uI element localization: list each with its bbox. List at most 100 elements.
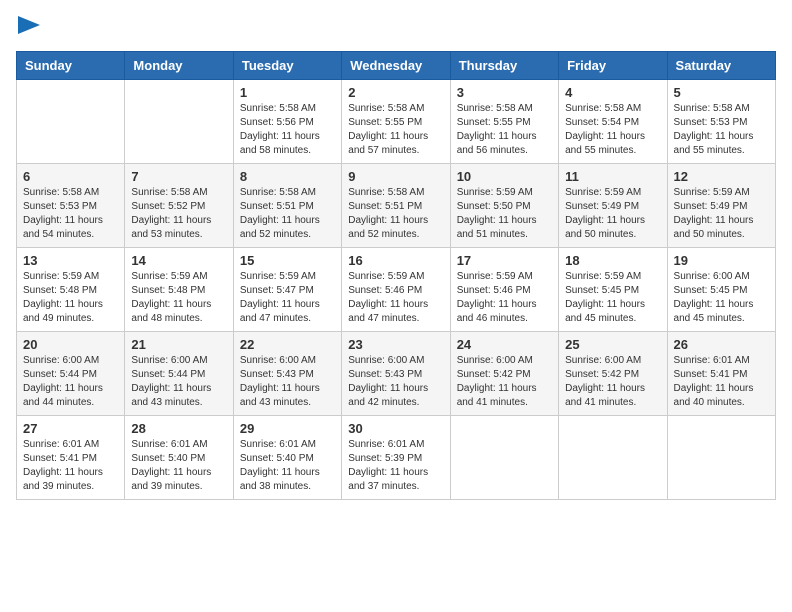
- day-info: Sunrise: 6:00 AMSunset: 5:42 PMDaylight:…: [565, 354, 660, 410]
- calendar-cell: [17, 80, 125, 164]
- day-info: Sunrise: 5:58 AMSunset: 5:51 PMDaylight:…: [240, 186, 335, 242]
- day-info: Sunrise: 6:00 AMSunset: 5:44 PMDaylight:…: [23, 354, 118, 410]
- calendar-cell: 21 Sunrise: 6:00 AMSunset: 5:44 PMDayligh…: [125, 332, 233, 416]
- day-info: Sunrise: 6:01 AMSunset: 5:41 PMDaylight:…: [674, 354, 769, 410]
- calendar-cell: 2 Sunrise: 5:58 AMSunset: 5:55 PMDaylight…: [342, 80, 450, 164]
- logo: [16, 16, 40, 39]
- day-number: 9: [348, 169, 443, 184]
- day-number: 22: [240, 337, 335, 352]
- calendar-cell: 1 Sunrise: 5:58 AMSunset: 5:56 PMDaylight…: [233, 80, 341, 164]
- day-info: Sunrise: 5:59 AMSunset: 5:50 PMDaylight:…: [457, 186, 552, 242]
- day-info: Sunrise: 6:00 AMSunset: 5:43 PMDaylight:…: [240, 354, 335, 410]
- calendar-cell: 10 Sunrise: 5:59 AMSunset: 5:50 PMDayligh…: [450, 164, 558, 248]
- day-info: Sunrise: 6:00 AMSunset: 5:42 PMDaylight:…: [457, 354, 552, 410]
- calendar-cell: 20 Sunrise: 6:00 AMSunset: 5:44 PMDayligh…: [17, 332, 125, 416]
- day-number: 21: [131, 337, 226, 352]
- calendar-cell: 16Sunrise: 5:59 AMSunset: 5:46 PMDayligh…: [342, 248, 450, 332]
- calendar-cell: [125, 80, 233, 164]
- calendar-week-row: 6 Sunrise: 5:58 AMSunset: 5:53 PMDaylight…: [17, 164, 776, 248]
- day-info: Sunrise: 5:59 AMSunset: 5:48 PMDaylight:…: [23, 270, 118, 326]
- day-info: Sunrise: 5:59 AMSunset: 5:47 PMDaylight:…: [240, 270, 335, 326]
- day-info: Sunrise: 5:58 AMSunset: 5:53 PMDaylight:…: [674, 102, 769, 158]
- day-number: 8: [240, 169, 335, 184]
- day-number: 15: [240, 253, 335, 268]
- weekday-header: Friday: [559, 52, 667, 80]
- calendar-week-row: 20 Sunrise: 6:00 AMSunset: 5:44 PMDayligh…: [17, 332, 776, 416]
- day-number: 18: [565, 253, 660, 268]
- day-info: Sunrise: 6:00 AMSunset: 5:44 PMDaylight:…: [131, 354, 226, 410]
- day-number: 27: [23, 421, 118, 436]
- calendar-cell: 30Sunrise: 6:01 AMSunset: 5:39 PMDayligh…: [342, 416, 450, 500]
- day-number: 26: [674, 337, 769, 352]
- day-number: 19: [674, 253, 769, 268]
- weekday-header: Thursday: [450, 52, 558, 80]
- calendar-cell: [559, 416, 667, 500]
- day-info: Sunrise: 5:59 AMSunset: 5:48 PMDaylight:…: [131, 270, 226, 326]
- day-info: Sunrise: 5:58 AMSunset: 5:51 PMDaylight:…: [348, 186, 443, 242]
- day-number: 14: [131, 253, 226, 268]
- day-number: 10: [457, 169, 552, 184]
- weekday-header: Saturday: [667, 52, 775, 80]
- day-info: Sunrise: 5:58 AMSunset: 5:53 PMDaylight:…: [23, 186, 118, 242]
- weekday-header: Tuesday: [233, 52, 341, 80]
- calendar-cell: 18Sunrise: 5:59 AMSunset: 5:45 PMDayligh…: [559, 248, 667, 332]
- calendar-cell: 4Sunrise: 5:58 AMSunset: 5:54 PMDaylight…: [559, 80, 667, 164]
- day-info: Sunrise: 5:58 AMSunset: 5:56 PMDaylight:…: [240, 102, 335, 158]
- calendar-cell: 14 Sunrise: 5:59 AMSunset: 5:48 PMDayligh…: [125, 248, 233, 332]
- calendar-header-row: SundayMondayTuesdayWednesdayThursdayFrid…: [17, 52, 776, 80]
- calendar-cell: 8 Sunrise: 5:58 AMSunset: 5:51 PMDaylight…: [233, 164, 341, 248]
- day-number: 4: [565, 85, 660, 100]
- calendar-cell: 11 Sunrise: 5:59 AMSunset: 5:49 PMDayligh…: [559, 164, 667, 248]
- day-number: 23: [348, 337, 443, 352]
- calendar-cell: 29 Sunrise: 6:01 AMSunset: 5:40 PMDayligh…: [233, 416, 341, 500]
- day-number: 24: [457, 337, 552, 352]
- day-info: Sunrise: 5:59 AMSunset: 5:49 PMDaylight:…: [565, 186, 660, 242]
- day-number: 16: [348, 253, 443, 268]
- day-number: 20: [23, 337, 118, 352]
- day-number: 17: [457, 253, 552, 268]
- calendar-cell: 5Sunrise: 5:58 AMSunset: 5:53 PMDaylight…: [667, 80, 775, 164]
- calendar-cell: [667, 416, 775, 500]
- day-info: Sunrise: 6:01 AMSunset: 5:40 PMDaylight:…: [131, 438, 226, 494]
- calendar-cell: 19Sunrise: 6:00 AMSunset: 5:45 PMDayligh…: [667, 248, 775, 332]
- day-number: 3: [457, 85, 552, 100]
- day-number: 1: [240, 85, 335, 100]
- day-info: Sunrise: 5:59 AMSunset: 5:49 PMDaylight:…: [674, 186, 769, 242]
- calendar-cell: 15 Sunrise: 5:59 AMSunset: 5:47 PMDayligh…: [233, 248, 341, 332]
- day-number: 6: [23, 169, 118, 184]
- calendar-cell: 7 Sunrise: 5:58 AMSunset: 5:52 PMDaylight…: [125, 164, 233, 248]
- day-number: 30: [348, 421, 443, 436]
- calendar-cell: 9 Sunrise: 5:58 AMSunset: 5:51 PMDaylight…: [342, 164, 450, 248]
- day-number: 29: [240, 421, 335, 436]
- calendar-cell: 26 Sunrise: 6:01 AMSunset: 5:41 PMDayligh…: [667, 332, 775, 416]
- calendar-cell: 13 Sunrise: 5:59 AMSunset: 5:48 PMDayligh…: [17, 248, 125, 332]
- calendar-cell: 22 Sunrise: 6:00 AMSunset: 5:43 PMDayligh…: [233, 332, 341, 416]
- day-number: 11: [565, 169, 660, 184]
- day-info: Sunrise: 5:58 AMSunset: 5:55 PMDaylight:…: [457, 102, 552, 158]
- calendar-cell: 25Sunrise: 6:00 AMSunset: 5:42 PMDayligh…: [559, 332, 667, 416]
- logo-arrow-icon: [18, 16, 40, 39]
- day-number: 2: [348, 85, 443, 100]
- calendar-cell: 23 Sunrise: 6:00 AMSunset: 5:43 PMDayligh…: [342, 332, 450, 416]
- weekday-header: Monday: [125, 52, 233, 80]
- day-info: Sunrise: 6:01 AMSunset: 5:41 PMDaylight:…: [23, 438, 118, 494]
- calendar-week-row: 27 Sunrise: 6:01 AMSunset: 5:41 PMDayligh…: [17, 416, 776, 500]
- day-info: Sunrise: 6:00 AMSunset: 5:43 PMDaylight:…: [348, 354, 443, 410]
- weekday-header: Sunday: [17, 52, 125, 80]
- day-info: Sunrise: 5:58 AMSunset: 5:55 PMDaylight:…: [348, 102, 443, 158]
- day-info: Sunrise: 6:01 AMSunset: 5:40 PMDaylight:…: [240, 438, 335, 494]
- weekday-header: Wednesday: [342, 52, 450, 80]
- calendar-cell: 17Sunrise: 5:59 AMSunset: 5:46 PMDayligh…: [450, 248, 558, 332]
- day-number: 13: [23, 253, 118, 268]
- calendar-week-row: 1 Sunrise: 5:58 AMSunset: 5:56 PMDaylight…: [17, 80, 776, 164]
- day-info: Sunrise: 5:58 AMSunset: 5:52 PMDaylight:…: [131, 186, 226, 242]
- calendar-cell: 27 Sunrise: 6:01 AMSunset: 5:41 PMDayligh…: [17, 416, 125, 500]
- calendar-cell: [450, 416, 558, 500]
- day-number: 7: [131, 169, 226, 184]
- calendar-week-row: 13 Sunrise: 5:59 AMSunset: 5:48 PMDayligh…: [17, 248, 776, 332]
- day-number: 28: [131, 421, 226, 436]
- day-number: 12: [674, 169, 769, 184]
- calendar-table: SundayMondayTuesdayWednesdayThursdayFrid…: [16, 51, 776, 500]
- calendar-cell: 6 Sunrise: 5:58 AMSunset: 5:53 PMDaylight…: [17, 164, 125, 248]
- calendar-cell: 28 Sunrise: 6:01 AMSunset: 5:40 PMDayligh…: [125, 416, 233, 500]
